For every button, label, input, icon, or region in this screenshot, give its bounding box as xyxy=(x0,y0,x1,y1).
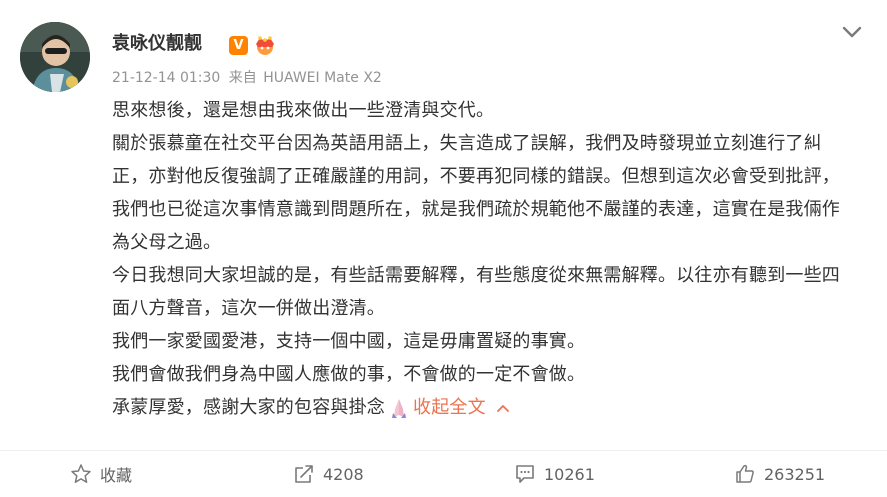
avatar-image xyxy=(20,22,90,92)
thumbs-up-icon xyxy=(736,464,754,483)
star-icon xyxy=(71,464,91,483)
crown-icon xyxy=(256,36,274,55)
chevron-up-icon[interactable] xyxy=(496,401,510,415)
favorite-label: 收藏 xyxy=(100,466,133,485)
comment-count: 10261 xyxy=(544,464,595,484)
post-meta: 21-12-14 01:30 来自 HUAWEI Mate X2 xyxy=(112,69,386,87)
footer-divider xyxy=(0,450,887,451)
verified-badge: V xyxy=(229,36,248,55)
favorite-button[interactable]: 收藏 xyxy=(70,462,132,486)
post-last-line: 承蒙厚愛，感謝大家的包容與掛念 收起全文 xyxy=(112,391,852,424)
comment-button[interactable]: 10261 xyxy=(514,462,595,486)
like-button[interactable]: 263251 xyxy=(734,462,825,486)
like-count: 263251 xyxy=(764,464,826,484)
collapse-button[interactable]: 收起全文 xyxy=(413,391,486,424)
source-prefix: 来自 xyxy=(228,70,257,86)
post-closing-text: 承蒙厚愛，感謝大家的包容與掛念 xyxy=(112,397,385,418)
post-paragraph: 關於張慕童在社交平台因為英語用語上，失言造成了誤解，我們及時發現並立刻進行了糾正… xyxy=(112,133,840,253)
post-timestamp[interactable]: 21-12-14 01:30 xyxy=(112,70,220,86)
avatar[interactable] xyxy=(20,22,90,92)
post-paragraph: 我們一家愛國愛港，支持一個中國，這是毋庸置疑的事實。 xyxy=(112,331,586,352)
post-device: HUAWEI Mate X2 xyxy=(263,70,382,86)
repost-icon xyxy=(295,465,313,483)
author-name[interactable]: 袁咏仪靓靓 xyxy=(112,32,202,56)
post-body: 思來想後，還是想由我來做出一些澄清與交代。 關於張慕童在社交平台因為英語用語上，… xyxy=(112,94,852,424)
chevron-down-icon[interactable] xyxy=(838,20,866,44)
post-paragraph: 我們會做我們身為中國人應做的事，不會做的一定不會做。 xyxy=(112,364,586,385)
repost-button[interactable]: 4208 xyxy=(293,462,364,486)
comment-icon xyxy=(516,465,534,483)
post-paragraph: 思來想後，還是想由我來做出一些澄清與交代。 xyxy=(112,100,495,121)
praying-hands-emoji xyxy=(392,398,406,418)
repost-count: 4208 xyxy=(323,464,364,484)
post-paragraph: 今日我想同大家坦誠的是，有些話需要解釋，有些態度從來無需解釋。以往亦有聽到一些四… xyxy=(112,265,840,319)
